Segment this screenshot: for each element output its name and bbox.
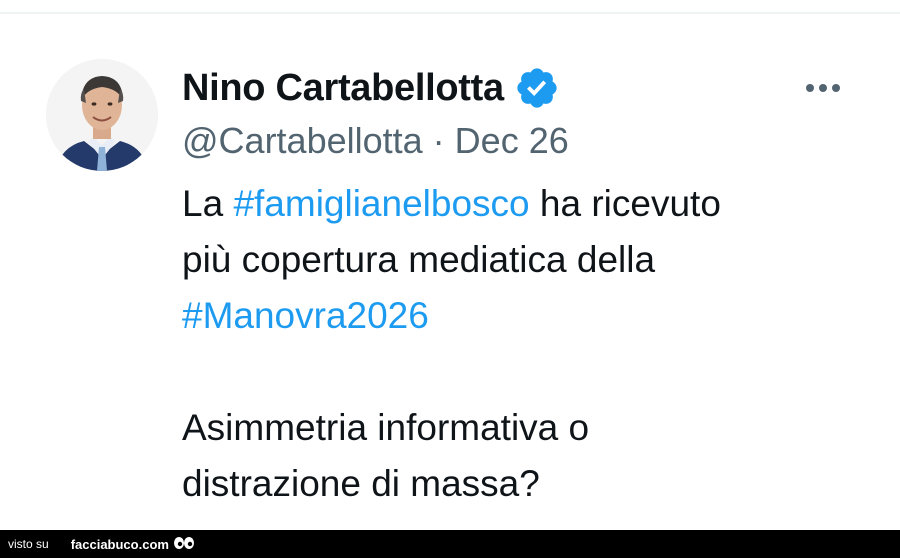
more-options-icon-dot [819,84,827,92]
watermark-footer: visto su facciabuco.com [0,530,900,558]
more-options-icon [806,84,814,92]
author-display-name[interactable]: Nino Cartabellotta [182,67,504,110]
tweet-date[interactable]: Dec 26 [455,120,569,161]
top-divider [0,12,900,14]
handle-row: @Cartabellotta · Dec 26 [182,120,569,162]
text-segment: La [182,183,234,224]
footer-prefix: visto su [8,537,49,551]
author-name-row: Nino Cartabellotta [182,62,560,114]
author-handle[interactable]: @Cartabellotta [182,120,423,161]
footer-site-logo: facciabuco.com [70,536,169,552]
avatar[interactable] [46,59,158,171]
tweet-text: La #famiglianelbosco ha ricevuto più cop… [182,176,862,512]
tweet-line-hashtag: #Manovra2026 [182,288,862,344]
more-options-icon-dot [832,84,840,92]
eyes-icon [173,536,195,552]
tweet-header: Nino Cartabellotta @Cartabellotta · Dec 26 [182,60,860,170]
more-options-button[interactable] [798,70,848,106]
tweet-line-2: più copertura mediatica della [182,239,656,280]
hashtag-link[interactable]: #Manovra2026 [182,295,429,336]
hashtag-link[interactable]: #famiglianelbosco [233,183,529,224]
tweet-line-3: Asimmetria informativa o [182,407,590,448]
tweet-line-4: distrazione di massa? [182,463,540,504]
tweet-screenshot: Nino Cartabellotta @Cartabellotta · Dec 26… [0,0,900,558]
meta-separator: · [432,120,445,161]
avatar-image [46,59,158,171]
tweet-line-1: La #famiglianelbosco ha ricevuto [182,176,862,232]
text-segment: ha ricevuto [529,183,721,224]
verified-badge-icon[interactable] [514,65,560,111]
